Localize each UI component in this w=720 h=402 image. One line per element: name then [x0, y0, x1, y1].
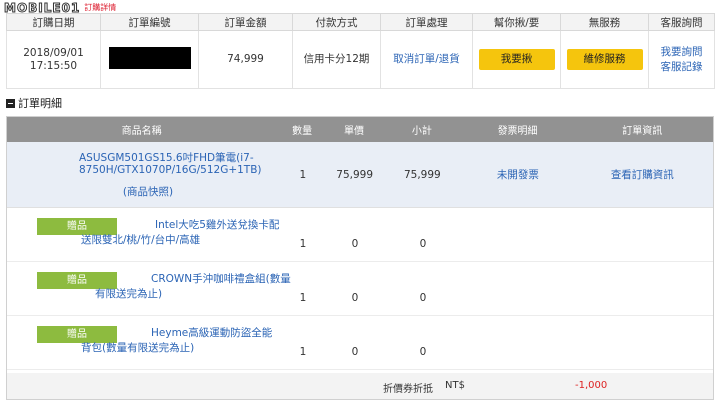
order-amount: 74,999: [198, 30, 293, 89]
header-service: 無服務: [560, 13, 649, 31]
product-quantity: 1: [299, 168, 307, 181]
header-unit-price: 單價: [344, 126, 365, 137]
product-snapshot-link[interactable]: (商品快照): [79, 186, 257, 198]
discount-value: -1,000: [575, 380, 608, 391]
gift-unit-price: 0: [351, 291, 359, 304]
gift-subtotal: 0: [419, 237, 427, 250]
gift-name-link[interactable]: CROWN手沖咖啡禮盒組(數量有限送完為止): [95, 272, 295, 302]
discount-currency: NT$: [445, 380, 465, 391]
collapse-icon[interactable]: [6, 98, 15, 108]
gift-quantity: 1: [299, 237, 307, 250]
gift-row: 贈品 Heyme高級運動防盜全能背包(數量有限送完為止) 1 0 0: [7, 316, 713, 370]
gift-name-cell: 贈品 Heyme高級運動防盜全能背包(數量有限送完為止): [7, 316, 277, 369]
gift-unit-price: 0: [351, 345, 359, 358]
customer-service-cell: 我要詢問 客服記錄: [648, 30, 715, 89]
header-quantity: 數量: [292, 126, 313, 137]
header-payment-method: 付款方式: [292, 13, 381, 31]
gift-subtotal: 0: [419, 345, 427, 358]
detail-header-row: 商品名稱 數量 單價 小計 發票明細 訂單資訊: [7, 117, 713, 142]
header-order-info: 訂單資訊: [622, 126, 663, 137]
order-date: 2018/09/01 17:15:50: [6, 30, 101, 89]
product-name-cell: ASUSGM501GS15.6吋FHD筆電(i7-8750H/GTX1070P/…: [7, 152, 277, 198]
gift-subtotal: 0: [419, 291, 427, 304]
gift-name-cell: 贈品 Intel大吃5雞外送兌換卡配送限雙北/桃/竹/台中/高雄: [7, 208, 279, 261]
order-number: [100, 30, 199, 89]
gift-row: 贈品 CROWN手沖咖啡禮盒組(數量有限送完為止) 1 0 0: [7, 262, 713, 316]
want-button[interactable]: 我要揪: [478, 49, 555, 70]
group-buy-cell: 我要揪: [472, 30, 561, 89]
order-detail-table: 商品名稱 數量 單價 小計 發票明細 訂單資訊 ASUSGM501GS15.6吋…: [6, 116, 714, 400]
gift-name-link[interactable]: Intel大吃5雞外送兌換卡配送限雙北/桃/竹/台中/高雄: [81, 218, 281, 248]
cancel-order-link[interactable]: 取消訂單/退貨: [393, 53, 460, 65]
discount-label: 折價券折抵: [383, 384, 433, 395]
order-summary-table: 訂購日期 訂單編號 訂單金額 付款方式 訂單處理 幫你揪/要 無服務 客服詢問 …: [6, 13, 715, 89]
header-product-name: 商品名稱: [121, 126, 162, 137]
order-processing: 取消訂單/退貨: [380, 30, 473, 89]
order-detail-section-title[interactable]: 訂單明細: [6, 95, 62, 111]
service-records-link[interactable]: 客服記錄: [649, 61, 714, 74]
service-cell: 維修服務: [560, 30, 649, 89]
order-date-day: 2018/09/01: [23, 46, 84, 59]
order-header-row: 訂購日期 訂單編號 訂單金額 付款方式 訂單處理 幫你揪/要 無服務 客服詢問: [6, 13, 715, 31]
product-row: ASUSGM501GS15.6吋FHD筆電(i7-8750H/GTX1070P/…: [7, 142, 713, 208]
logo-subtitle: 訂購詳情: [84, 3, 117, 12]
section-title-text: 訂單明細: [18, 97, 62, 110]
discount-row: 折價券折抵 NT$ -1,000: [7, 373, 713, 399]
header-customer-service: 客服詢問: [648, 13, 715, 31]
product-name-link[interactable]: ASUSGM501GS15.6吋FHD筆電(i7-8750H/GTX1070P/…: [79, 152, 262, 176]
header-order-date: 訂購日期: [6, 13, 101, 31]
gift-quantity: 1: [299, 345, 307, 358]
header-subtotal: 小計: [411, 126, 432, 137]
header-order-processing: 訂單處理: [380, 13, 473, 31]
product-subtotal: 75,999: [403, 168, 441, 181]
invoice-status-link[interactable]: 未開發票: [464, 167, 572, 182]
order-data-row: 2018/09/01 17:15:50 74,999 信用卡分12期 取消訂單/…: [6, 30, 715, 89]
view-order-info-link[interactable]: 查看訂購資訊: [572, 167, 713, 182]
gift-name-cell: 贈品 CROWN手沖咖啡禮盒組(數量有限送完為止): [7, 262, 291, 315]
gift-unit-price: 0: [351, 237, 359, 250]
payment-method: 信用卡分12期: [292, 30, 381, 89]
gift-name-link[interactable]: Heyme高級運動防盜全能背包(數量有限送完為止): [81, 326, 281, 356]
order-date-time: 17:15:50: [29, 59, 78, 72]
header-group-buy: 幫你揪/要: [472, 13, 561, 31]
repair-service-button[interactable]: 維修服務: [566, 49, 643, 70]
header-order-amount: 訂單金額: [198, 13, 293, 31]
product-unit-price: 75,999: [336, 168, 374, 181]
header-order-number: 訂單編號: [100, 13, 199, 31]
gift-row: 贈品 Intel大吃5雞外送兌換卡配送限雙北/桃/竹/台中/高雄 1 0 0: [7, 208, 713, 262]
redacted-order-number: [108, 46, 191, 69]
header-invoice: 發票明細: [497, 126, 538, 137]
ask-question-link[interactable]: 我要詢問: [649, 46, 714, 59]
